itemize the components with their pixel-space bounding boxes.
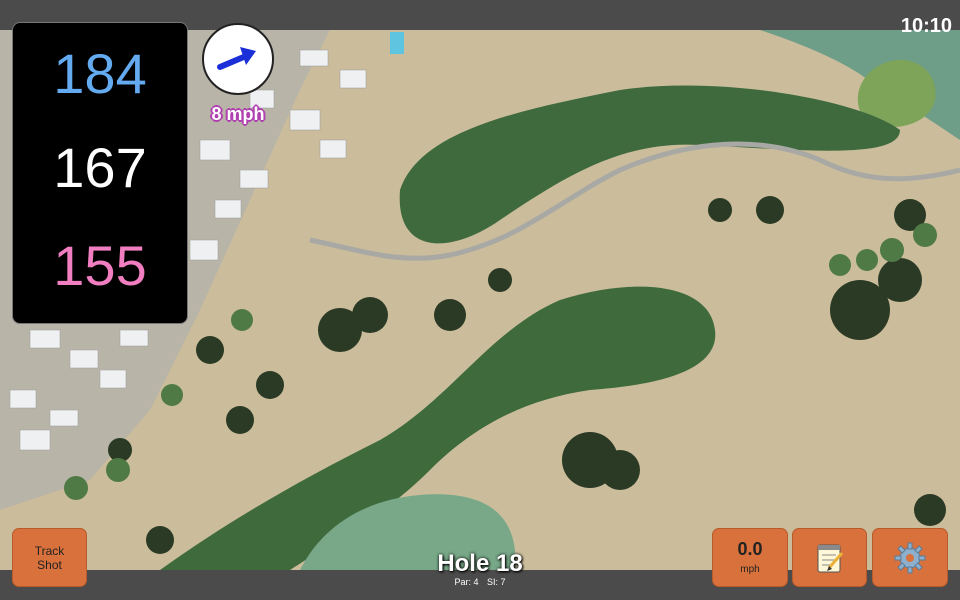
hole-title: Hole 18	[437, 550, 523, 577]
speed-button[interactable]: 0.0 mph	[712, 528, 788, 587]
yardage-panel: 184 167 155	[12, 22, 188, 324]
middle-yardage: 167	[53, 136, 147, 199]
track-shot-button[interactable]: Track Shot	[12, 528, 87, 587]
hole-par: Par: 4	[454, 577, 479, 587]
track-shot-label-line1: Track	[34, 544, 65, 558]
hole-stroke-index: SI: 7	[487, 577, 506, 587]
wind-speed-label: 8 mph	[211, 104, 265, 124]
wind-arrow-icon	[217, 47, 256, 70]
notes-button[interactable]	[792, 528, 867, 587]
back-yardage: 184	[53, 42, 147, 105]
front-yardage: 155	[53, 234, 147, 297]
settings-button[interactable]	[872, 528, 948, 587]
clock: 10:10	[900, 15, 952, 37]
speed-unit: mph	[740, 564, 760, 575]
notepad-icon	[817, 544, 843, 572]
track-shot-label-line2: Shot	[37, 558, 62, 572]
hole-details: Par: 4 SI: 7	[380, 577, 580, 587]
wind-indicator	[202, 23, 274, 95]
speed-value: 0.0	[737, 539, 763, 559]
gear-icon	[894, 542, 926, 573]
